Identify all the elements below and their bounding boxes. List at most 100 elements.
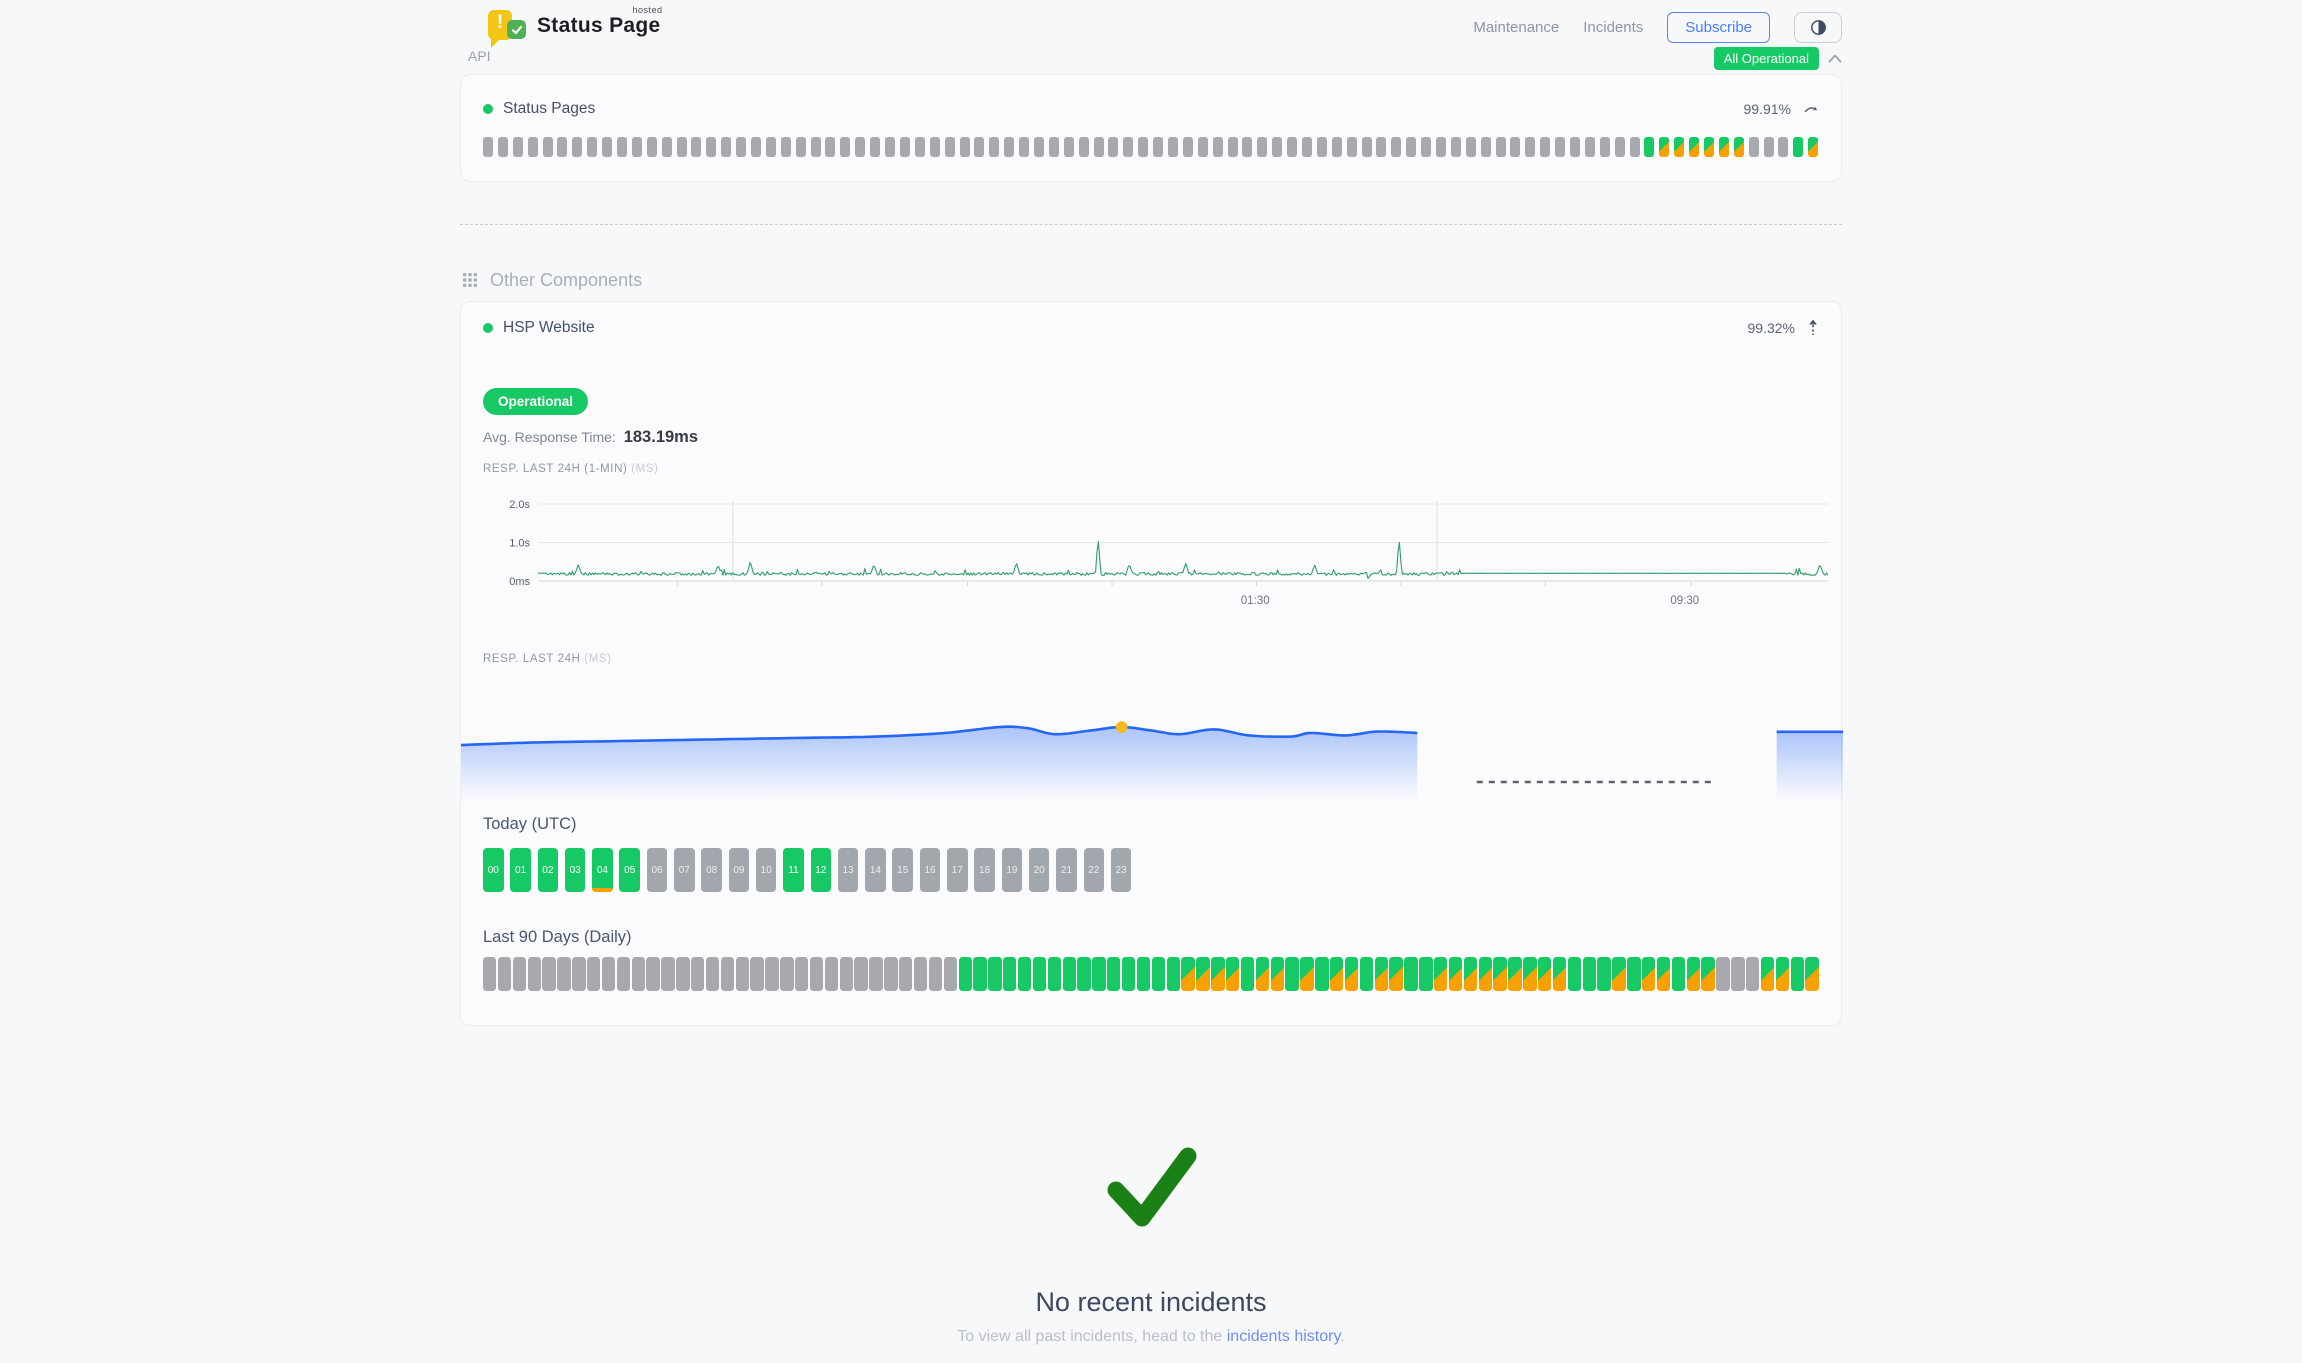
- uptime-bar[interactable]: [960, 137, 970, 157]
- hour-cell[interactable]: 19: [1002, 848, 1023, 892]
- day-bar[interactable]: [691, 957, 704, 991]
- subscribe-button[interactable]: Subscribe: [1667, 12, 1770, 43]
- hour-cell[interactable]: 12: [811, 848, 832, 892]
- day-bar[interactable]: [959, 957, 972, 991]
- hour-cell[interactable]: 14: [865, 848, 886, 892]
- day-bar[interactable]: [1419, 957, 1432, 991]
- day-bar[interactable]: [810, 957, 823, 991]
- uptime-bar[interactable]: [1808, 137, 1818, 157]
- uptime-bar[interactable]: [1347, 137, 1357, 157]
- day-bar[interactable]: [676, 957, 689, 991]
- day-bar[interactable]: [1791, 957, 1804, 991]
- day-bar[interactable]: [1553, 957, 1566, 991]
- hour-cell[interactable]: 03: [565, 848, 586, 892]
- day-bar[interactable]: [1063, 957, 1076, 991]
- day-bar[interactable]: [1226, 957, 1239, 991]
- hour-cell[interactable]: 02: [538, 848, 559, 892]
- hour-cell[interactable]: 06: [647, 848, 668, 892]
- day-bar[interactable]: [1122, 957, 1135, 991]
- hour-cell[interactable]: 22: [1084, 848, 1105, 892]
- day-bar[interactable]: [750, 957, 763, 991]
- uptime-bar[interactable]: [1436, 137, 1446, 157]
- day-bar[interactable]: [914, 957, 927, 991]
- day-bar[interactable]: [1731, 957, 1744, 991]
- uptime-bar[interactable]: [1689, 137, 1699, 157]
- day-bar[interactable]: [1181, 957, 1194, 991]
- uptime-bar[interactable]: [1406, 137, 1416, 157]
- day-bar[interactable]: [795, 957, 808, 991]
- day-bar[interactable]: [1583, 957, 1596, 991]
- day-bar[interactable]: [528, 957, 541, 991]
- uptime-bar[interactable]: [1659, 137, 1669, 157]
- uptime-bar[interactable]: [543, 137, 553, 157]
- day-bar[interactable]: [1196, 957, 1209, 991]
- day-bar[interactable]: [1048, 957, 1061, 991]
- day-bar[interactable]: [542, 957, 555, 991]
- uptime-bar[interactable]: [1257, 137, 1267, 157]
- day-bar[interactable]: [854, 957, 867, 991]
- uptime-bar[interactable]: [1778, 137, 1788, 157]
- day-bar[interactable]: [1256, 957, 1269, 991]
- uptime-bar[interactable]: [1496, 137, 1506, 157]
- day-bar[interactable]: [1464, 957, 1477, 991]
- refresh-icon[interactable]: [1803, 102, 1819, 116]
- uptime-bar[interactable]: [1376, 137, 1386, 157]
- day-bar[interactable]: [1627, 957, 1640, 991]
- uptime-bar[interactable]: [1451, 137, 1461, 157]
- incidents-history-link[interactable]: incidents history: [1227, 1328, 1341, 1345]
- day-bar[interactable]: [1716, 957, 1729, 991]
- uptime-bar[interactable]: [1079, 137, 1089, 157]
- day-bar[interactable]: [988, 957, 1001, 991]
- uptime-bar[interactable]: [513, 137, 523, 157]
- uptime-bar[interactable]: [1004, 137, 1014, 157]
- day-bar[interactable]: [884, 957, 897, 991]
- day-bar[interactable]: [1672, 957, 1685, 991]
- uptime-bar[interactable]: [528, 137, 538, 157]
- day-bar[interactable]: [557, 957, 570, 991]
- uptime-bar[interactable]: [632, 137, 642, 157]
- day-bar[interactable]: [1538, 957, 1551, 991]
- day-bar[interactable]: [661, 957, 674, 991]
- uptime-bar[interactable]: [1540, 137, 1550, 157]
- uptime-bar[interactable]: [1108, 137, 1118, 157]
- uptime-bar[interactable]: [840, 137, 850, 157]
- uptime-bar[interactable]: [915, 137, 925, 157]
- day-bar[interactable]: [1449, 957, 1462, 991]
- response-time-line-chart[interactable]: 2.0s1.0s0ms01:3009:30: [483, 495, 1828, 613]
- day-bar[interactable]: [1508, 957, 1521, 991]
- hour-cell[interactable]: 15: [892, 848, 913, 892]
- uptime-bar[interactable]: [1466, 137, 1476, 157]
- hour-cell[interactable]: 20: [1029, 848, 1050, 892]
- uptime-bar[interactable]: [1213, 137, 1223, 157]
- day-bar[interactable]: [1285, 957, 1298, 991]
- uptime-bar[interactable]: [1510, 137, 1520, 157]
- day-bar[interactable]: [498, 957, 511, 991]
- day-bar[interactable]: [483, 957, 496, 991]
- uptime-bar[interactable]: [662, 137, 672, 157]
- hour-cell[interactable]: 07: [674, 848, 695, 892]
- response-time-area-chart[interactable]: [461, 683, 1843, 801]
- day-bar[interactable]: [1330, 957, 1343, 991]
- day-bar[interactable]: [706, 957, 719, 991]
- uptime-bar[interactable]: [1049, 137, 1059, 157]
- day-bar[interactable]: [1612, 957, 1625, 991]
- hour-cell[interactable]: 21: [1056, 848, 1077, 892]
- uptime-bar[interactable]: [1287, 137, 1297, 157]
- uptime-bar[interactable]: [1034, 137, 1044, 157]
- day-bar[interactable]: [1300, 957, 1313, 991]
- uptime-bar[interactable]: [1764, 137, 1774, 157]
- uptime-bar[interactable]: [1362, 137, 1372, 157]
- day-bar[interactable]: [1523, 957, 1536, 991]
- hour-cell[interactable]: 23: [1111, 848, 1132, 892]
- theme-toggle-button[interactable]: [1794, 12, 1842, 43]
- hour-cell[interactable]: 16: [920, 848, 941, 892]
- uptime-bar[interactable]: [557, 137, 567, 157]
- hour-cell[interactable]: 18: [974, 848, 995, 892]
- uptime-bar[interactable]: [811, 137, 821, 157]
- uptime-bar[interactable]: [1734, 137, 1744, 157]
- uptime-bar[interactable]: [1600, 137, 1610, 157]
- uptime-bar[interactable]: [587, 137, 597, 157]
- uptime-bar[interactable]: [855, 137, 865, 157]
- uptime-bar[interactable]: [1094, 137, 1104, 157]
- chevron-up-icon[interactable]: [1828, 54, 1842, 63]
